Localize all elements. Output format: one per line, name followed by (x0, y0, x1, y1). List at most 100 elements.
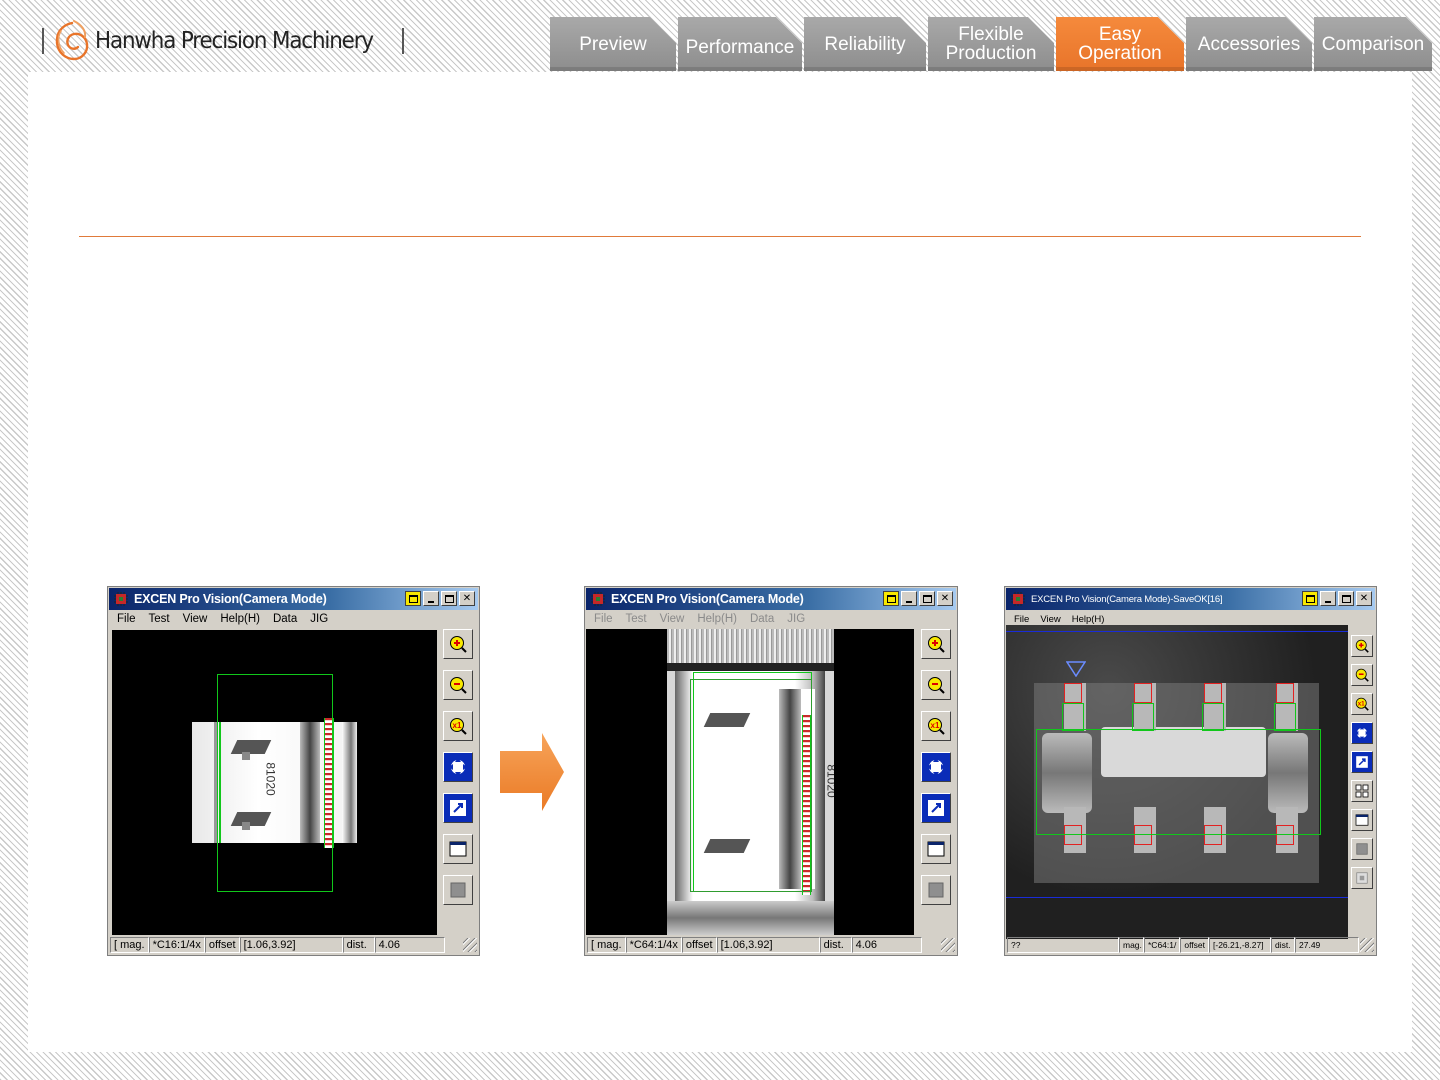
close-button[interactable]: ✕ (459, 591, 475, 606)
tab-performance[interactable]: Performance (678, 17, 802, 71)
menu-test[interactable]: Test (626, 613, 647, 625)
resize-grip[interactable] (941, 938, 955, 952)
status-mag-value: *C16:1/4x (148, 937, 205, 953)
status-mag-label: mag. (1119, 937, 1144, 953)
menu-help[interactable]: Help(H) (220, 613, 260, 625)
svg-text:x1: x1 (1358, 701, 1365, 708)
tab-preview[interactable]: Preview (550, 17, 676, 71)
pin-button[interactable] (1302, 591, 1318, 606)
fit-view-icon[interactable] (1351, 722, 1373, 744)
chip-icon (114, 592, 128, 606)
board-edge-top (1006, 631, 1348, 632)
menu-data[interactable]: Data (273, 613, 297, 625)
menu-help[interactable]: Help(H) (697, 613, 737, 625)
tab-label: Easy Operation (1078, 24, 1162, 64)
window-titlebar[interactable]: EXCEN Pro Vision(Camera Mode) ✕ (586, 588, 956, 610)
expand-icon[interactable] (1351, 751, 1373, 773)
menu-view[interactable]: View (1040, 614, 1060, 625)
tab-comparison[interactable]: Comparison (1314, 17, 1432, 71)
maximize-button[interactable] (1338, 591, 1354, 606)
menu-file[interactable]: File (1014, 614, 1029, 625)
minimize-button[interactable] (1320, 591, 1336, 606)
menu-view[interactable]: View (183, 613, 208, 625)
inspection-window (1036, 729, 1321, 835)
logo-divider-left (42, 28, 44, 54)
zoom-in-icon[interactable] (921, 629, 951, 659)
menu-data[interactable]: Data (750, 613, 774, 625)
logo-divider-right (401, 28, 404, 54)
window-icon[interactable] (443, 834, 473, 864)
vision-window-2: EXCEN Pro Vision(Camera Mode) ✕ File Tes… (584, 586, 958, 956)
camera-view[interactable]: 81020 (586, 629, 914, 935)
tab-label: Accessories (1197, 33, 1301, 55)
zoom-x1-icon[interactable]: x1 (921, 711, 951, 741)
main-nav: Preview Performance Reliability Flexible… (550, 17, 1434, 71)
lead-inspection-box (1204, 683, 1222, 703)
resize-grip[interactable] (463, 938, 477, 952)
menu-bar: File Test View Help(H) Data JIG (109, 610, 478, 628)
menu-help[interactable]: Help(H) (1072, 614, 1105, 625)
vision-window-3: EXCEN Pro Vision(Camera Mode)-SaveOK[16]… (1004, 586, 1377, 956)
window-titlebar[interactable]: EXCEN Pro Vision(Camera Mode)-SaveOK[16]… (1006, 588, 1375, 610)
status-offset-label: offset (681, 937, 717, 953)
tab-easy-operation[interactable]: Easy Operation (1056, 17, 1184, 71)
maximize-button[interactable] (919, 591, 935, 606)
status-bar: [ mag. *C64:1/4x offset [1.06,3.92] dist… (587, 936, 955, 954)
menu-test[interactable]: Test (149, 613, 170, 625)
tab-label: Performance (685, 36, 795, 58)
status-dist-value: 27.49 (1295, 937, 1359, 953)
status-dist-value: 4.06 (374, 937, 445, 953)
menu-jig[interactable]: JIG (310, 613, 328, 625)
status-offset-label: offset (204, 937, 240, 953)
body-outline (690, 679, 812, 892)
status-message: ?? (1007, 937, 1119, 953)
fit-view-icon[interactable] (443, 752, 473, 782)
zoom-in-icon[interactable] (1351, 635, 1373, 657)
close-button[interactable]: ✕ (937, 591, 953, 606)
expand-icon[interactable] (921, 793, 951, 823)
window-icon[interactable] (1351, 809, 1373, 831)
minimize-button[interactable] (423, 591, 439, 606)
fit-view-icon[interactable] (921, 752, 951, 782)
menu-view[interactable]: View (660, 613, 685, 625)
brand-logo[interactable]: Hanwha Precision Machinery (42, 16, 404, 66)
status-offset-value: [1.06,3.92] (239, 937, 343, 953)
zoom-out-icon[interactable] (443, 670, 473, 700)
tab-reliability[interactable]: Reliability (804, 17, 926, 71)
resize-grip[interactable] (1360, 938, 1374, 952)
menu-file[interactable]: File (117, 613, 136, 625)
tab-label: Comparison (1321, 33, 1425, 55)
tab-accessories[interactable]: Accessories (1186, 17, 1312, 71)
window-title: EXCEN Pro Vision(Camera Mode)-SaveOK[16] (1031, 593, 1223, 605)
zoom-out-icon[interactable] (1351, 664, 1373, 686)
tab-flexible-production[interactable]: Flexible Production (928, 17, 1054, 71)
zoom-x1-icon[interactable]: x1 (443, 711, 473, 741)
pin-button[interactable] (405, 591, 421, 606)
maximize-button[interactable] (441, 591, 457, 606)
menu-jig[interactable]: JIG (787, 613, 805, 625)
close-button[interactable]: ✕ (1356, 591, 1372, 606)
menu-file[interactable]: File (594, 613, 613, 625)
tab-label: Preview (579, 33, 647, 55)
expand-icon[interactable] (443, 793, 473, 823)
window-title: EXCEN Pro Vision(Camera Mode) (611, 592, 804, 606)
window-icon[interactable] (921, 834, 951, 864)
minimize-button[interactable] (901, 591, 917, 606)
pin-button[interactable] (883, 591, 899, 606)
window-title: EXCEN Pro Vision(Camera Mode) (134, 592, 327, 606)
zoom-out-icon[interactable] (921, 670, 951, 700)
stop-icon[interactable] (443, 875, 473, 905)
window-titlebar[interactable]: EXCEN Pro Vision(Camera Mode) ✕ (109, 588, 478, 610)
zoom-in-icon[interactable] (443, 629, 473, 659)
camera-view[interactable]: 81020 (112, 630, 437, 935)
camera-view[interactable] (1006, 625, 1348, 939)
lead-inspection-box (1276, 683, 1294, 703)
svg-text:x1: x1 (453, 721, 462, 730)
origin-marker-icon (1066, 661, 1086, 677)
grid-icon[interactable] (1351, 780, 1373, 802)
snapshot-icon[interactable] (1351, 867, 1373, 889)
stop-icon[interactable] (1351, 838, 1373, 860)
stop-icon[interactable] (921, 875, 951, 905)
status-mag-label: [ mag. (110, 937, 149, 953)
zoom-x1-icon[interactable]: x1 (1351, 693, 1373, 715)
